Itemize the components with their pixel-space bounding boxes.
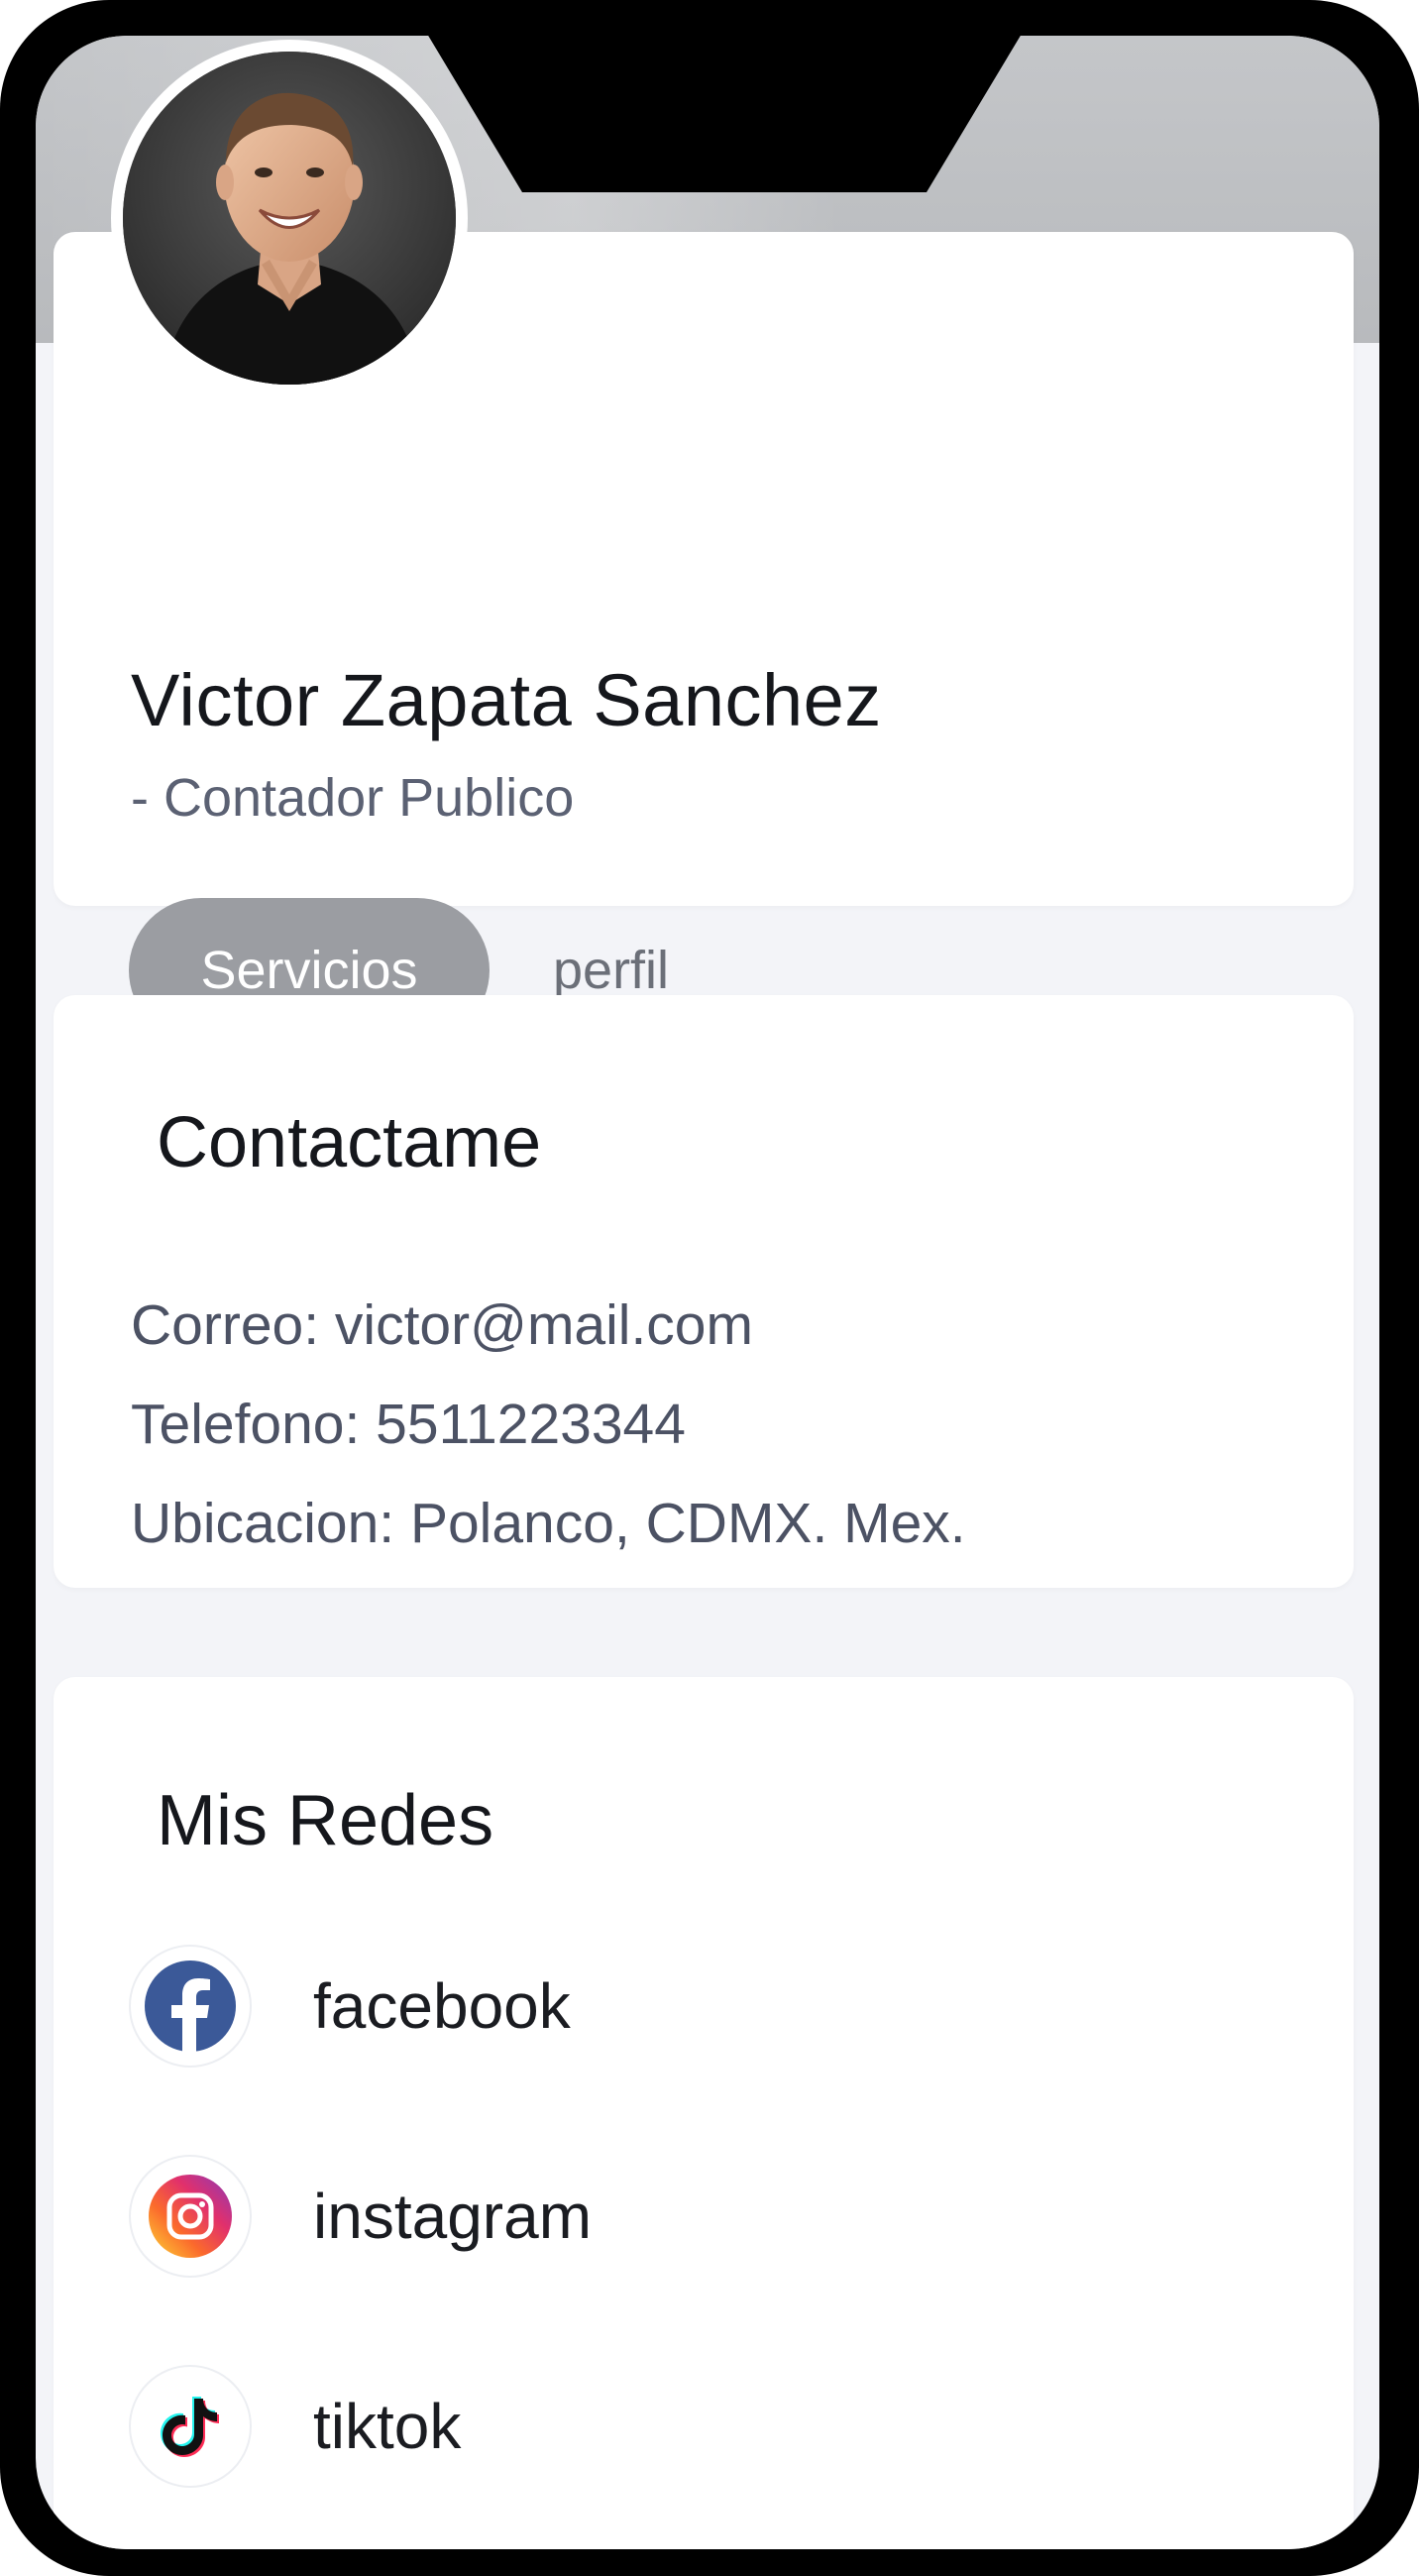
avatar-photo bbox=[123, 52, 456, 385]
phone-frame: Victor Zapata Sanchez - Contador Publico… bbox=[0, 0, 1419, 2576]
contact-location: Ubicacion: Polanco, CDMX. Mex. bbox=[131, 1492, 966, 1555]
avatar bbox=[111, 40, 468, 396]
social-label-facebook: facebook bbox=[313, 1970, 571, 2042]
contact-card: Contactame Correo: victor@mail.com Telef… bbox=[54, 995, 1354, 1588]
profile-role: - Contador Publico bbox=[131, 768, 575, 828]
profile-name: Victor Zapata Sanchez bbox=[131, 659, 882, 741]
facebook-icon bbox=[129, 1945, 252, 2068]
social-item-instagram[interactable]: instagram bbox=[129, 2153, 1021, 2280]
social-card: Mis Redes facebook instagram tiktok bbox=[54, 1677, 1354, 2549]
tiktok-icon bbox=[129, 2365, 252, 2488]
social-label-tiktok: tiktok bbox=[313, 2391, 462, 2462]
instagram-icon bbox=[129, 2155, 252, 2278]
contact-email[interactable]: Correo: victor@mail.com bbox=[131, 1292, 753, 1358]
social-title: Mis Redes bbox=[157, 1781, 494, 1860]
social-item-facebook[interactable]: facebook bbox=[129, 1943, 1021, 2070]
contact-title: Contactame bbox=[157, 1103, 542, 1182]
social-item-tiktok[interactable]: tiktok bbox=[129, 2363, 1021, 2490]
phone-notch bbox=[427, 36, 1022, 192]
contact-phone[interactable]: Telefono: 5511223344 bbox=[131, 1392, 686, 1457]
social-label-instagram: instagram bbox=[313, 2181, 592, 2252]
screen: Victor Zapata Sanchez - Contador Publico… bbox=[36, 36, 1379, 2549]
